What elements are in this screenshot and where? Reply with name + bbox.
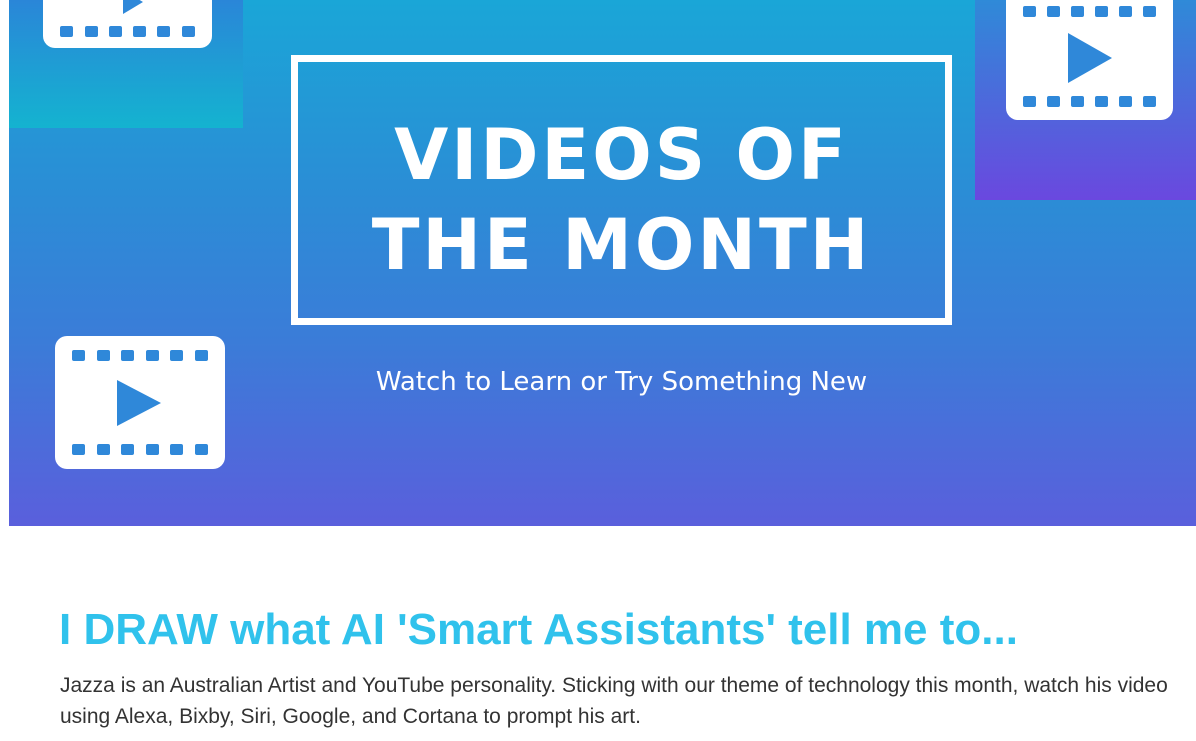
videos-of-the-month-banner[interactable]: VIDEOS OF THE MONTH Watch to Learn or Tr…: [9, 0, 1196, 526]
article-headline[interactable]: I DRAW what AI 'Smart Assistants' tell m…: [59, 608, 1018, 652]
film-play-icon: [1006, 0, 1173, 120]
page: VIDEOS OF THE MONTH Watch to Learn or Tr…: [0, 0, 1196, 741]
banner-title-frame: VIDEOS OF THE MONTH: [291, 55, 952, 325]
banner-title-line-1: VIDEOS OF: [394, 114, 849, 196]
banner-subtitle: Watch to Learn or Try Something New: [375, 367, 868, 397]
film-play-icon: [43, 0, 212, 48]
banner-title-line-2: THE MONTH: [371, 204, 872, 286]
film-play-icon: [55, 336, 225, 469]
article-body: Jazza is an Australian Artist and YouTub…: [60, 674, 1168, 728]
